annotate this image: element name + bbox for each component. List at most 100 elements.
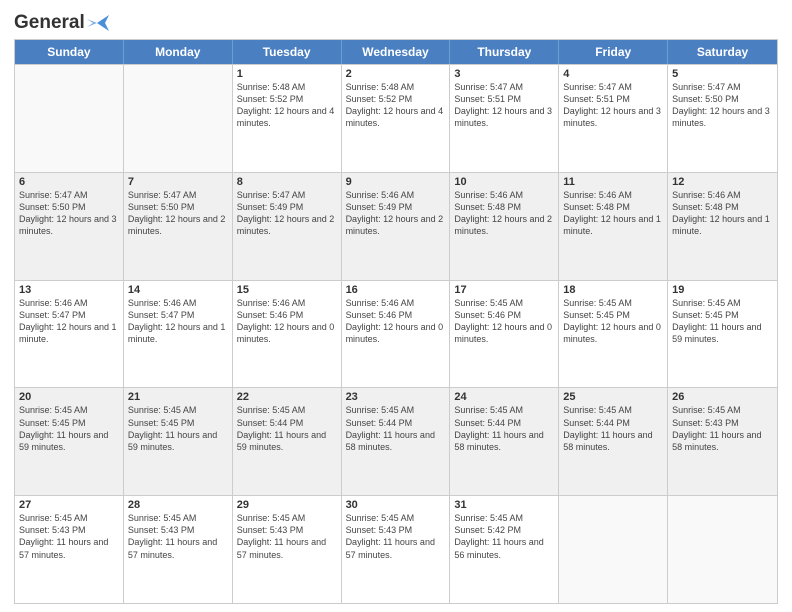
day-number: 7 — [128, 176, 228, 188]
day-cell-22: 22Sunrise: 5:45 AMSunset: 5:44 PMDayligh… — [233, 388, 342, 495]
day-info: Sunrise: 5:46 AMSunset: 5:46 PMDaylight:… — [346, 297, 446, 346]
day-number: 28 — [128, 499, 228, 511]
day-number: 4 — [563, 68, 663, 80]
day-number: 9 — [346, 176, 446, 188]
day-info: Sunrise: 5:46 AMSunset: 5:47 PMDaylight:… — [128, 297, 228, 346]
day-cell-21: 21Sunrise: 5:45 AMSunset: 5:45 PMDayligh… — [124, 388, 233, 495]
day-cell-23: 23Sunrise: 5:45 AMSunset: 5:44 PMDayligh… — [342, 388, 451, 495]
page: General SundayMondayTuesdayWednesdayThur… — [0, 0, 792, 612]
day-cell-13: 13Sunrise: 5:46 AMSunset: 5:47 PMDayligh… — [15, 281, 124, 388]
day-number: 12 — [672, 176, 773, 188]
day-number: 17 — [454, 284, 554, 296]
day-number: 25 — [563, 391, 663, 403]
day-cell-19: 19Sunrise: 5:45 AMSunset: 5:45 PMDayligh… — [668, 281, 777, 388]
day-cell-18: 18Sunrise: 5:45 AMSunset: 5:45 PMDayligh… — [559, 281, 668, 388]
day-number: 24 — [454, 391, 554, 403]
day-number: 14 — [128, 284, 228, 296]
calendar: SundayMondayTuesdayWednesdayThursdayFrid… — [14, 39, 778, 604]
day-cell-4: 4Sunrise: 5:47 AMSunset: 5:51 PMDaylight… — [559, 65, 668, 172]
day-number: 6 — [19, 176, 119, 188]
day-number: 2 — [346, 68, 446, 80]
day-info: Sunrise: 5:45 AMSunset: 5:43 PMDaylight:… — [672, 404, 773, 453]
day-cell-15: 15Sunrise: 5:46 AMSunset: 5:46 PMDayligh… — [233, 281, 342, 388]
day-cell-1: 1Sunrise: 5:48 AMSunset: 5:52 PMDaylight… — [233, 65, 342, 172]
day-info: Sunrise: 5:45 AMSunset: 5:45 PMDaylight:… — [128, 404, 228, 453]
header-day-monday: Monday — [124, 40, 233, 64]
day-cell-14: 14Sunrise: 5:46 AMSunset: 5:47 PMDayligh… — [124, 281, 233, 388]
calendar-header: SundayMondayTuesdayWednesdayThursdayFrid… — [15, 40, 777, 64]
day-cell-28: 28Sunrise: 5:45 AMSunset: 5:43 PMDayligh… — [124, 496, 233, 603]
day-number: 27 — [19, 499, 119, 511]
day-number: 31 — [454, 499, 554, 511]
day-cell-9: 9Sunrise: 5:46 AMSunset: 5:49 PMDaylight… — [342, 173, 451, 280]
header-day-friday: Friday — [559, 40, 668, 64]
calendar-row-2: 6Sunrise: 5:47 AMSunset: 5:50 PMDaylight… — [15, 172, 777, 280]
day-number: 26 — [672, 391, 773, 403]
calendar-row-4: 20Sunrise: 5:45 AMSunset: 5:45 PMDayligh… — [15, 387, 777, 495]
day-number: 22 — [237, 391, 337, 403]
logo-text: General — [14, 12, 85, 34]
day-number: 5 — [672, 68, 773, 80]
day-number: 20 — [19, 391, 119, 403]
day-cell-31: 31Sunrise: 5:45 AMSunset: 5:42 PMDayligh… — [450, 496, 559, 603]
day-number: 19 — [672, 284, 773, 296]
day-info: Sunrise: 5:46 AMSunset: 5:48 PMDaylight:… — [672, 189, 773, 238]
day-info: Sunrise: 5:45 AMSunset: 5:43 PMDaylight:… — [237, 512, 337, 561]
day-number: 11 — [563, 176, 663, 188]
calendar-body: 1Sunrise: 5:48 AMSunset: 5:52 PMDaylight… — [15, 64, 777, 603]
day-number: 1 — [237, 68, 337, 80]
day-info: Sunrise: 5:45 AMSunset: 5:46 PMDaylight:… — [454, 297, 554, 346]
calendar-row-3: 13Sunrise: 5:46 AMSunset: 5:47 PMDayligh… — [15, 280, 777, 388]
day-info: Sunrise: 5:45 AMSunset: 5:45 PMDaylight:… — [19, 404, 119, 453]
day-info: Sunrise: 5:45 AMSunset: 5:43 PMDaylight:… — [128, 512, 228, 561]
header-day-wednesday: Wednesday — [342, 40, 451, 64]
empty-cell-0-1 — [124, 65, 233, 172]
day-info: Sunrise: 5:45 AMSunset: 5:44 PMDaylight:… — [563, 404, 663, 453]
header-day-saturday: Saturday — [668, 40, 777, 64]
day-info: Sunrise: 5:46 AMSunset: 5:48 PMDaylight:… — [454, 189, 554, 238]
day-cell-12: 12Sunrise: 5:46 AMSunset: 5:48 PMDayligh… — [668, 173, 777, 280]
day-info: Sunrise: 5:47 AMSunset: 5:50 PMDaylight:… — [128, 189, 228, 238]
day-cell-11: 11Sunrise: 5:46 AMSunset: 5:48 PMDayligh… — [559, 173, 668, 280]
day-cell-3: 3Sunrise: 5:47 AMSunset: 5:51 PMDaylight… — [450, 65, 559, 172]
day-number: 21 — [128, 391, 228, 403]
logo: General — [14, 12, 109, 30]
day-info: Sunrise: 5:46 AMSunset: 5:46 PMDaylight:… — [237, 297, 337, 346]
day-cell-16: 16Sunrise: 5:46 AMSunset: 5:46 PMDayligh… — [342, 281, 451, 388]
header-day-thursday: Thursday — [450, 40, 559, 64]
day-cell-6: 6Sunrise: 5:47 AMSunset: 5:50 PMDaylight… — [15, 173, 124, 280]
header-day-sunday: Sunday — [15, 40, 124, 64]
day-number: 30 — [346, 499, 446, 511]
day-number: 23 — [346, 391, 446, 403]
day-cell-7: 7Sunrise: 5:47 AMSunset: 5:50 PMDaylight… — [124, 173, 233, 280]
day-info: Sunrise: 5:46 AMSunset: 5:47 PMDaylight:… — [19, 297, 119, 346]
day-cell-25: 25Sunrise: 5:45 AMSunset: 5:44 PMDayligh… — [559, 388, 668, 495]
day-info: Sunrise: 5:45 AMSunset: 5:44 PMDaylight:… — [237, 404, 337, 453]
day-number: 16 — [346, 284, 446, 296]
day-cell-30: 30Sunrise: 5:45 AMSunset: 5:43 PMDayligh… — [342, 496, 451, 603]
day-info: Sunrise: 5:48 AMSunset: 5:52 PMDaylight:… — [237, 81, 337, 130]
logo-bird-icon — [87, 15, 109, 31]
calendar-row-1: 1Sunrise: 5:48 AMSunset: 5:52 PMDaylight… — [15, 64, 777, 172]
day-number: 18 — [563, 284, 663, 296]
day-cell-10: 10Sunrise: 5:46 AMSunset: 5:48 PMDayligh… — [450, 173, 559, 280]
day-cell-8: 8Sunrise: 5:47 AMSunset: 5:49 PMDaylight… — [233, 173, 342, 280]
day-number: 3 — [454, 68, 554, 80]
day-info: Sunrise: 5:46 AMSunset: 5:48 PMDaylight:… — [563, 189, 663, 238]
day-cell-29: 29Sunrise: 5:45 AMSunset: 5:43 PMDayligh… — [233, 496, 342, 603]
day-cell-2: 2Sunrise: 5:48 AMSunset: 5:52 PMDaylight… — [342, 65, 451, 172]
day-info: Sunrise: 5:47 AMSunset: 5:51 PMDaylight:… — [563, 81, 663, 130]
day-info: Sunrise: 5:45 AMSunset: 5:45 PMDaylight:… — [672, 297, 773, 346]
day-number: 13 — [19, 284, 119, 296]
day-number: 10 — [454, 176, 554, 188]
day-number: 8 — [237, 176, 337, 188]
header-day-tuesday: Tuesday — [233, 40, 342, 64]
empty-cell-4-6 — [668, 496, 777, 603]
empty-cell-4-5 — [559, 496, 668, 603]
day-cell-26: 26Sunrise: 5:45 AMSunset: 5:43 PMDayligh… — [668, 388, 777, 495]
day-info: Sunrise: 5:45 AMSunset: 5:43 PMDaylight:… — [19, 512, 119, 561]
day-info: Sunrise: 5:45 AMSunset: 5:42 PMDaylight:… — [454, 512, 554, 561]
day-info: Sunrise: 5:45 AMSunset: 5:45 PMDaylight:… — [563, 297, 663, 346]
day-cell-27: 27Sunrise: 5:45 AMSunset: 5:43 PMDayligh… — [15, 496, 124, 603]
day-info: Sunrise: 5:47 AMSunset: 5:50 PMDaylight:… — [19, 189, 119, 238]
